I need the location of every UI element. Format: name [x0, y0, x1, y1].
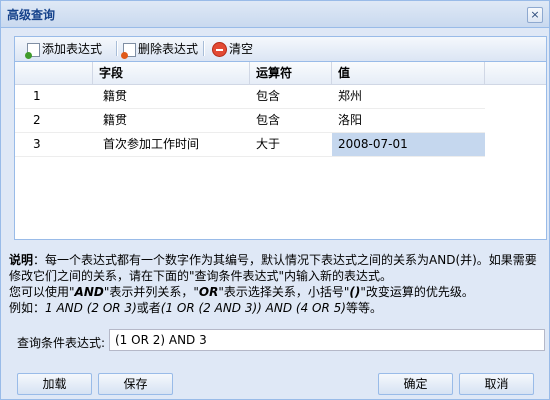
- paren-keyword: (): [349, 285, 361, 299]
- header-filler: [485, 62, 546, 84]
- dialog-title: 高级查询: [7, 8, 56, 22]
- row-field[interactable]: 籍贯: [97, 85, 250, 108]
- add-document-icon: [25, 42, 40, 59]
- delete-document-icon: [121, 42, 136, 59]
- instructions-text: 说明：每一个表达式都有一个数字作为其编号，默认情况下表达式之间的关系为AND(并…: [9, 252, 544, 316]
- save-button[interactable]: 保存: [98, 373, 173, 395]
- and-keyword: AND: [74, 285, 104, 299]
- header-index: [15, 62, 93, 84]
- header-field[interactable]: 字段: [93, 62, 250, 84]
- ok-button[interactable]: 确定: [378, 373, 453, 395]
- expression-input[interactable]: [109, 329, 545, 351]
- close-button[interactable]: ×: [527, 7, 543, 23]
- example-2: (1 OR (2 AND 3)) AND (4 OR 5): [160, 301, 346, 315]
- example-1: 1 AND (2 OR 3): [45, 301, 137, 315]
- advanced-query-dialog: 高级查询 × 添加表达式 删除表达式 清空 字段 运算符 值 1 籍贯 包含 郑…: [0, 0, 550, 400]
- table-row[interactable]: 3 首次参加工作时间 大于 2008-07-01: [15, 133, 485, 157]
- instructions-line1: ：每一个表达式都有一个数字作为其编号，默认情况下表达式之间的关系为AND(并)。…: [9, 253, 537, 283]
- example-label: 例如：: [9, 301, 46, 315]
- header-value[interactable]: 值: [332, 62, 485, 84]
- or-keyword: OR: [198, 285, 219, 299]
- instructions-line2-a: 您可以使用": [9, 285, 75, 299]
- clear-button[interactable]: 清空: [212, 39, 253, 59]
- instructions-line2-c: "表示选择关系，小括号": [218, 285, 350, 299]
- example-or: 或者: [136, 301, 161, 315]
- load-button[interactable]: 加载: [17, 373, 92, 395]
- row-field[interactable]: 籍贯: [97, 109, 250, 132]
- grid-header: 字段 运算符 值: [15, 62, 546, 85]
- table-row[interactable]: 2 籍贯 包含 洛阳: [15, 109, 485, 133]
- add-expression-button[interactable]: 添加表达式: [25, 39, 103, 59]
- instructions-line2-b: "表示并列关系，": [103, 285, 199, 299]
- row-field[interactable]: 首次参加工作时间: [97, 133, 250, 156]
- expression-label: 查询条件表达式:: [17, 336, 106, 350]
- row-operator[interactable]: 大于: [250, 133, 332, 156]
- table-row[interactable]: 1 籍贯 包含 郑州: [15, 85, 485, 109]
- row-operator[interactable]: 包含: [250, 85, 332, 108]
- add-expression-label: 添加表达式: [42, 42, 103, 56]
- instructions-line2-d: "改变运算的优先级。: [360, 285, 474, 299]
- title-bar[interactable]: 高级查询 ×: [1, 1, 549, 28]
- cancel-button[interactable]: 取消: [459, 373, 534, 395]
- row-index: 2: [33, 113, 41, 127]
- example-end: 等等。: [345, 301, 382, 315]
- close-icon: ×: [530, 8, 540, 21]
- header-operator[interactable]: 运算符: [250, 62, 332, 84]
- row-operator[interactable]: 包含: [250, 109, 332, 132]
- expression-grid: 添加表达式 删除表达式 清空 字段 运算符 值 1 籍贯 包含 郑州 2 籍贯 …: [14, 36, 547, 240]
- clear-icon: [212, 42, 227, 57]
- delete-expression-button[interactable]: 删除表达式: [121, 39, 199, 59]
- delete-expression-label: 删除表达式: [138, 42, 199, 56]
- instructions-label: 说明: [9, 253, 34, 267]
- row-index: 1: [33, 89, 41, 103]
- grid-toolbar: 添加表达式 删除表达式 清空: [15, 37, 546, 62]
- row-value[interactable]: 郑州: [332, 85, 485, 108]
- row-index: 3: [33, 137, 41, 151]
- row-value[interactable]: 洛阳: [332, 109, 485, 132]
- row-value-selected[interactable]: 2008-07-01: [332, 133, 485, 156]
- clear-label: 清空: [229, 42, 254, 56]
